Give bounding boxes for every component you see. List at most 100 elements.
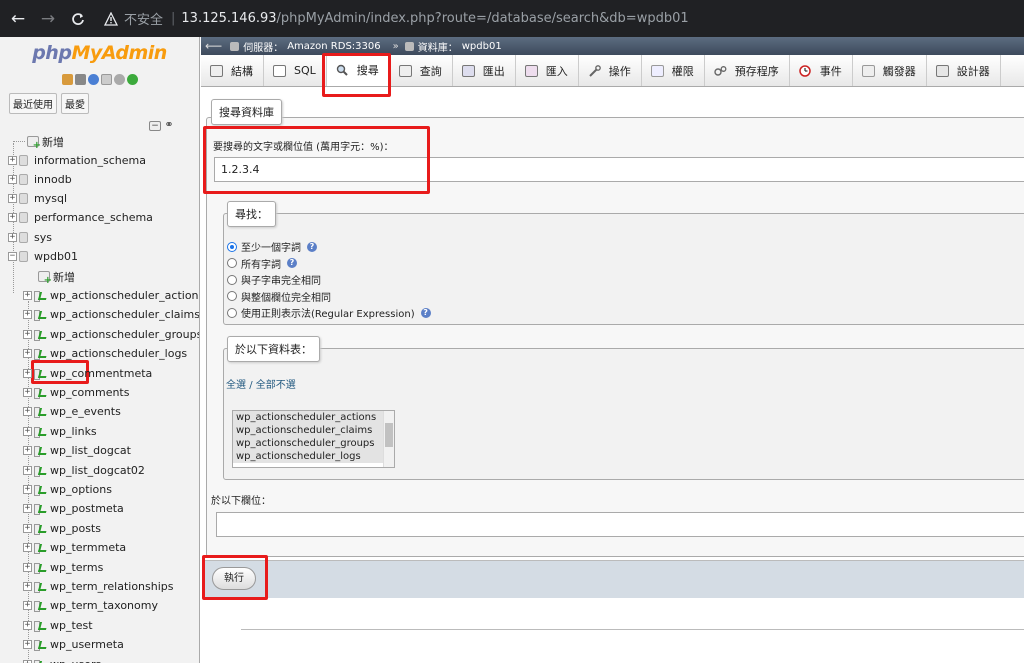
breadcrumb-server[interactable]: 伺服器： Amazon RDS:3306 (230, 39, 381, 54)
expand-icon[interactable]: + (23, 446, 32, 456)
home-icon[interactable] (61, 74, 73, 85)
table-item[interactable]: + wp_posts (23, 520, 101, 537)
expand-icon[interactable]: + (23, 523, 32, 533)
expand-icon[interactable]: + (23, 620, 32, 630)
collapse-all-icon[interactable]: − (149, 121, 161, 131)
radio-button[interactable] (227, 241, 237, 252)
table-item[interactable]: + wp_links (23, 423, 97, 440)
forward-icon[interactable]: → (36, 7, 60, 31)
tab-export[interactable]: 匯出 (453, 55, 516, 86)
table-item[interactable]: + wp_postmeta (23, 500, 124, 517)
expand-icon[interactable]: + (23, 504, 32, 514)
tab-query[interactable]: 查詢 (390, 55, 453, 86)
help-icon[interactable]: ? (420, 307, 431, 318)
table-item[interactable]: + wp_usermeta (23, 636, 124, 653)
table-item[interactable]: + wp_list_dogcat02 (23, 462, 145, 479)
match-option[interactable]: 與子字串完全相同 (227, 272, 321, 287)
favorites-button[interactable]: 最愛 (61, 93, 89, 114)
table-item[interactable]: + wp_commentmeta (23, 365, 152, 382)
column-input[interactable] (216, 512, 1024, 537)
collapse-nav-icon[interactable]: ⟵ (205, 39, 222, 53)
expand-icon[interactable]: + (23, 368, 32, 378)
table-item[interactable]: + wp_actionscheduler_actions (23, 287, 199, 304)
table-item[interactable]: + wp_comments (23, 384, 129, 401)
expand-icon[interactable]: + (23, 562, 32, 572)
expand-icon[interactable]: + (8, 194, 17, 203)
table-item[interactable]: + wp_actionscheduler_logs (23, 345, 187, 362)
expand-icon[interactable]: + (8, 233, 17, 242)
help-icon[interactable]: ? (287, 258, 297, 268)
table-item[interactable]: + wp_term_taxonomy (23, 597, 158, 614)
wpdb01-new-item[interactable]: 新增 (38, 268, 75, 286)
db-item-information-schema[interactable]: + information_schema (8, 152, 146, 169)
table-item[interactable]: + wp_termmeta (23, 539, 126, 556)
help-icon[interactable]: ? (307, 241, 317, 252)
db-item-mysql[interactable]: + mysql (8, 190, 67, 207)
db-item-sys[interactable]: + sys (8, 229, 52, 246)
radio-button[interactable] (227, 291, 237, 301)
expand-icon[interactable]: + (23, 543, 32, 553)
expand-icon[interactable]: + (23, 349, 32, 359)
logout-icon[interactable] (74, 74, 86, 85)
phpmyadmin-logo[interactable]: phpMyAdmin (0, 42, 199, 64)
db-item-wpdb01[interactable]: − wpdb01 (8, 248, 78, 265)
tab-designer[interactable]: 設計器 (927, 55, 1001, 86)
breadcrumb-database[interactable]: 資料庫： wpdb01 (404, 39, 502, 54)
table-item[interactable]: + wp_terms (23, 559, 103, 576)
match-option[interactable]: 所有字詞? (227, 256, 297, 271)
expand-icon[interactable]: + (23, 640, 32, 650)
reload-icon[interactable] (66, 7, 90, 31)
expand-icon[interactable]: + (23, 329, 32, 339)
table-item[interactable]: + wp_term_relationships (23, 578, 174, 595)
tab-triggers[interactable]: 觸發器 (853, 55, 927, 86)
match-option[interactable]: 至少一個字詞? (227, 239, 317, 254)
table-option[interactable]: wp_actionscheduler_groups (233, 437, 394, 450)
table-item[interactable]: + wp_options (23, 481, 112, 498)
expand-icon[interactable]: + (23, 310, 32, 320)
tab-events[interactable]: 事件 (790, 55, 853, 86)
expand-icon[interactable]: + (23, 601, 32, 611)
listbox-scrollbar[interactable] (383, 411, 394, 467)
expand-icon[interactable]: + (23, 465, 32, 475)
back-icon[interactable]: ← (6, 7, 30, 31)
table-item[interactable]: + wp_actionscheduler_claims (23, 306, 199, 323)
tab-privileges[interactable]: 權限 (642, 55, 705, 86)
expand-icon[interactable]: + (23, 426, 32, 436)
tab-import[interactable]: 匯入 (516, 55, 579, 86)
expand-icon[interactable]: + (23, 291, 32, 300)
recent-button[interactable]: 最近使用 (9, 93, 57, 114)
expand-icon[interactable]: + (23, 485, 32, 494)
select-none-link[interactable]: 全部不選 (256, 380, 296, 391)
table-item[interactable]: + wp_e_events (23, 403, 121, 420)
tab-sql[interactable]: SQL (264, 55, 327, 86)
table-item[interactable]: + wp_actionscheduler_groups (23, 326, 199, 343)
collapse-icon[interactable]: − (8, 252, 17, 261)
address-bar[interactable]: 不安全 | 13.125.146.93/phpMyAdmin/index.php… (104, 9, 689, 28)
tab-operations[interactable]: 操作 (579, 55, 642, 86)
db-item-innodb[interactable]: + innodb (8, 171, 72, 188)
reload-nav-icon[interactable] (126, 74, 138, 85)
radio-button[interactable] (227, 307, 237, 318)
tab-routines[interactable]: 預存程序 (705, 55, 790, 86)
expand-icon[interactable]: + (8, 213, 17, 222)
match-option[interactable]: 使用正則表示法(Regular Expression)? (227, 305, 431, 320)
new-database-item[interactable]: 新增 (13, 133, 64, 151)
expand-icon[interactable]: + (23, 659, 32, 663)
db-item-performance-schema[interactable]: + performance_schema (8, 209, 153, 226)
settings-icon[interactable] (113, 74, 125, 85)
table-option[interactable]: wp_actionscheduler_actions (233, 411, 394, 424)
radio-button[interactable] (227, 258, 237, 268)
expand-icon[interactable]: + (23, 582, 32, 591)
table-option[interactable]: wp_actionscheduler_logs (233, 450, 394, 463)
table-item[interactable]: + wp_test (23, 617, 93, 634)
table-item[interactable]: + wp_users (23, 656, 101, 663)
table-item[interactable]: + wp_list_dogcat (23, 442, 131, 459)
expand-icon[interactable]: + (23, 407, 32, 417)
radio-button[interactable] (227, 274, 237, 285)
match-option[interactable]: 與整個欄位完全相同 (227, 289, 331, 304)
select-all-link[interactable]: 全選 (226, 380, 246, 391)
expand-icon[interactable]: + (8, 175, 17, 184)
expand-icon[interactable]: + (23, 388, 32, 397)
table-option[interactable]: wp_actionscheduler_claims (233, 424, 394, 437)
expand-icon[interactable]: + (8, 156, 17, 165)
